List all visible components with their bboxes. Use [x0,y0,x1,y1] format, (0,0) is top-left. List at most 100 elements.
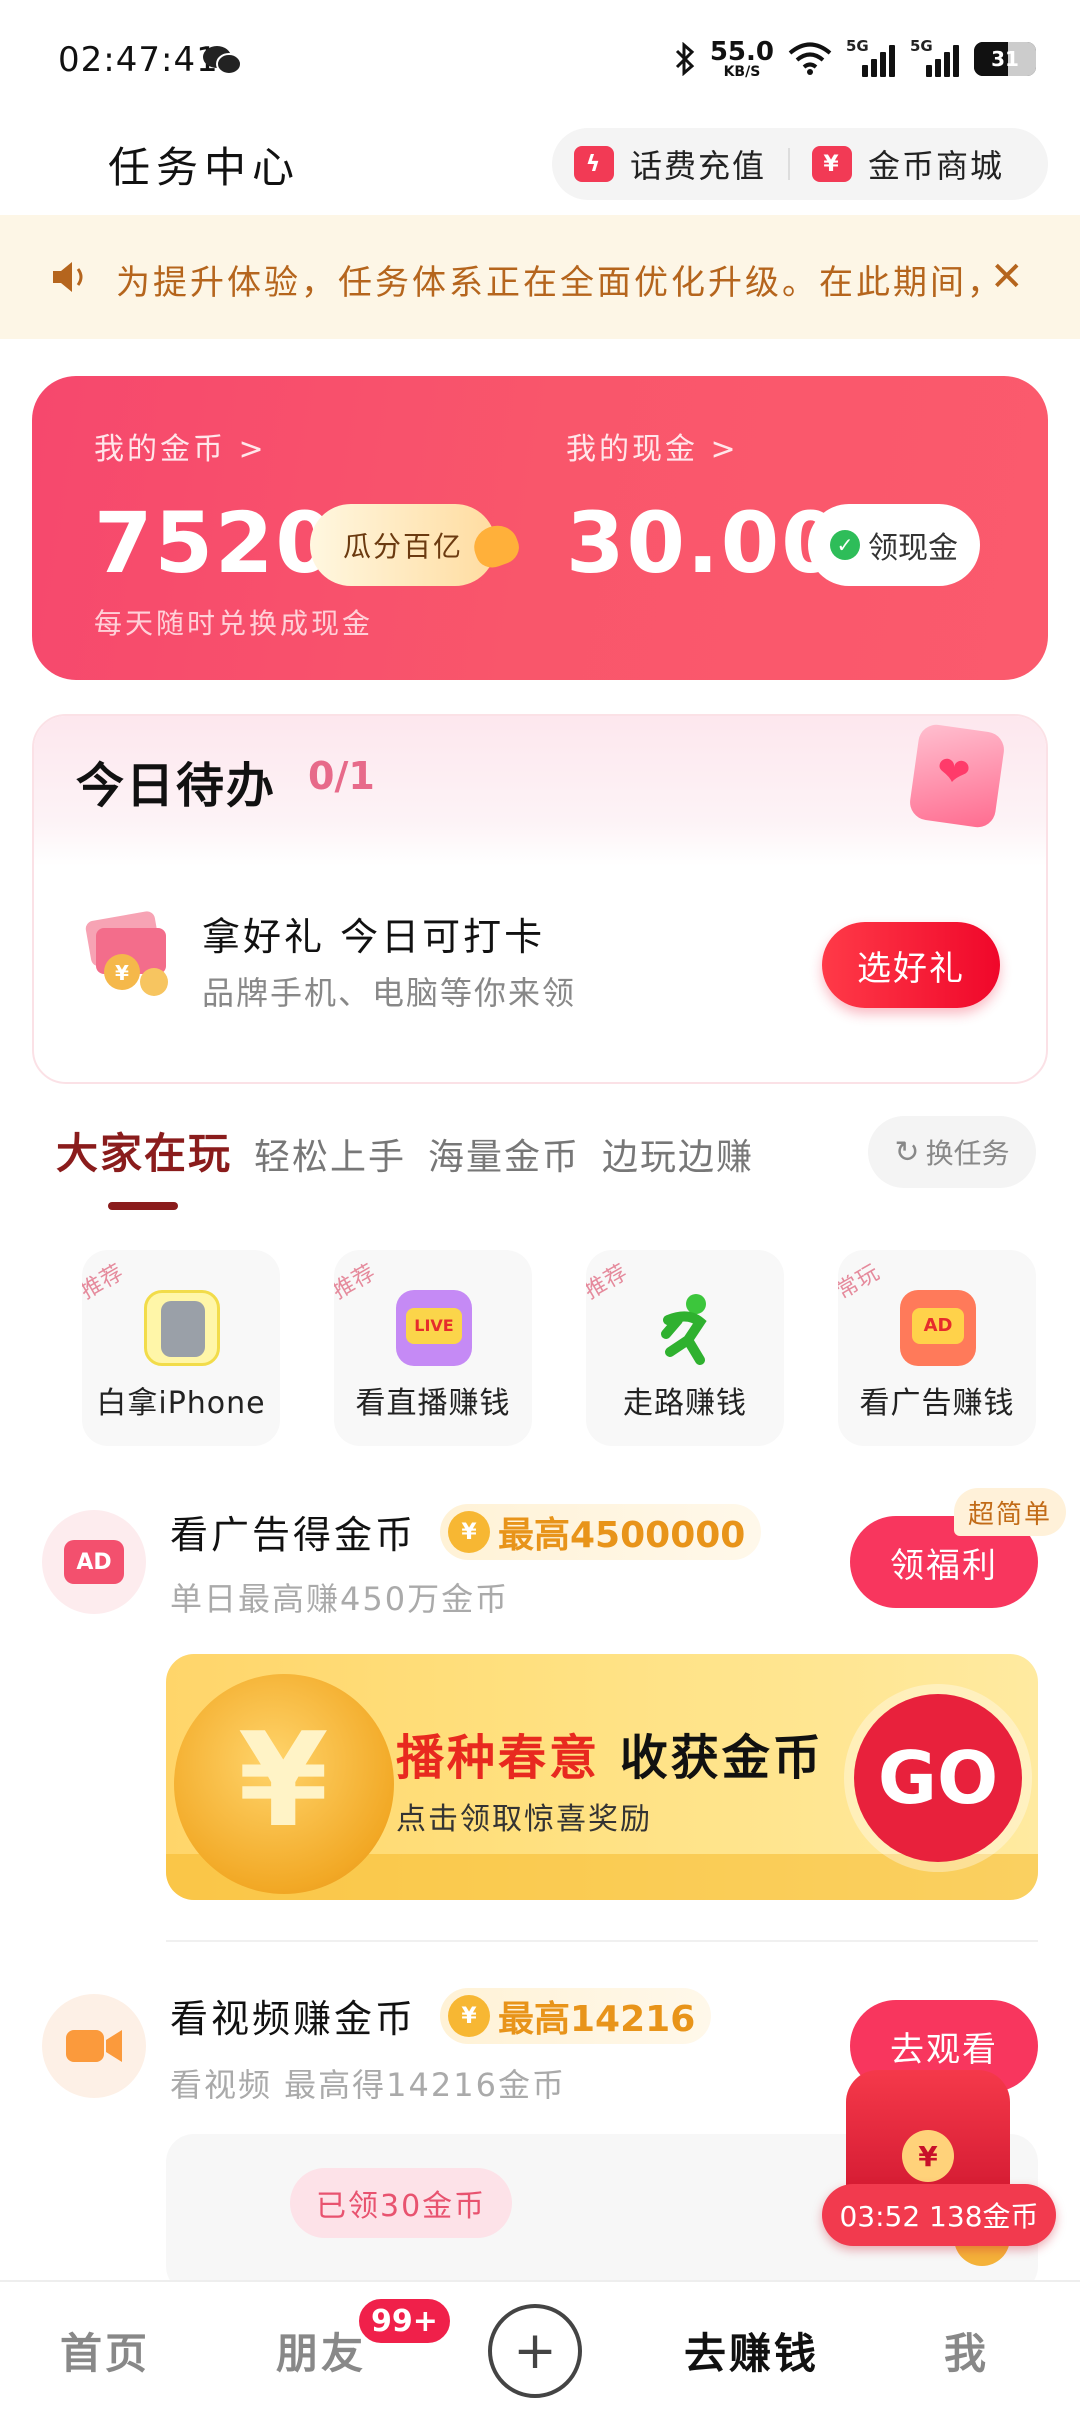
lightning-icon: ϟ [574,146,614,182]
speaker-icon [53,262,83,292]
grid-item-iphone[interactable]: 推荐 白拿iPhone [82,1250,280,1446]
svg-text:¥: ¥ [115,961,129,985]
withdraw-cash-label: 领现金 [868,531,958,566]
wifi-icon [788,42,832,75]
grid-tag: 推荐 [82,1259,129,1305]
banner-title-red: 播种春意 [396,1730,601,1786]
coin-icon: ¥ [448,1995,490,2037]
net-speed: 55.0 KB/S [710,39,774,79]
notice-text: 为提升体验，任务体系正在全面优化升级。在此期间， [116,263,996,303]
signal-1-label: 5G [846,37,869,55]
video-task-max-label: 最高14216 [498,1999,696,2040]
bottom-nav: 首页 朋友 99+ + 去赚钱 我 [0,2280,1080,2412]
coin-mall-label: 金币商城 [868,147,1005,185]
todo-title: 今日待办 [76,758,277,814]
notification-badge: 99+ [356,2296,453,2346]
ad-tv-icon: AD [900,1290,976,1366]
recharge-button[interactable]: ϟ 话费充值 [552,128,788,200]
withdraw-cash-button[interactable]: ✓ 领现金 [808,504,980,586]
nav-earn[interactable]: 去赚钱 [684,2320,819,2381]
split-button[interactable]: 瓜分百亿 [310,504,524,586]
wallet-card: 我的金币 > 7520 瓜分百亿 我的现金 > 30.00 ✓ 领现金 每天随时… [32,376,1048,680]
todo-card: 今日待办 0/1 ¥ 拿好礼 今日可打卡 品牌手机、电脑等你来领 选好礼 [32,714,1048,1084]
video-task-title: 看视频赚金币 [170,1997,417,2041]
pointer-hand-icon [468,519,524,573]
tab-easy[interactable]: 轻松上手 [254,1120,406,1180]
battery-level: 31 [991,47,1019,71]
recharge-label: 话费充值 [630,147,767,185]
ad-task-max: ¥ 最高4500000 [440,1504,762,1560]
pick-gift-button[interactable]: 选好礼 [822,922,1000,1008]
net-speed-unit: KB/S [723,64,761,80]
close-icon[interactable]: ✕ [990,257,1024,297]
battery-icon: 31 [974,42,1036,76]
notice-bar: 为提升体验，任务体系正在全面优化升级。在此期间， ✕ [0,215,1080,339]
running-icon [661,1294,707,1365]
net-speed-value: 55.0 [709,37,774,67]
red-packet-knob: ¥ [902,2130,954,2182]
grid-tag: 推荐 [586,1259,633,1305]
coins-label[interactable]: 我的金币 > [94,424,267,468]
add-icon[interactable]: + [488,2304,582,2398]
claimed-badge: 已领30金币 [290,2168,513,2238]
coin-mall-button[interactable]: ¥ 金币商城 [790,128,1026,200]
banner-subtitle: 点击领取惊喜奖励 [396,1802,652,1837]
tab-play-earn[interactable]: 边玩边赚 [602,1120,754,1180]
countdown-reward[interactable]: 03:52 138金币 [822,2184,1056,2246]
grid-label: 白拿iPhone [96,1386,266,1421]
grid-tag: 推荐 [334,1259,381,1305]
todo-item-desc: 品牌手机、电脑等你来领 [202,974,577,1012]
bluetooth-icon [675,42,695,76]
page-title: 任务中心 [108,143,301,192]
signal-1-icon: 5G [846,37,896,77]
video-task-desc: 看视频 最高得14216金币 [170,2066,566,2104]
todo-count: 0/1 [308,754,375,798]
wallet-subtitle: 每天随时兑换成现金 [94,607,374,640]
swap-task-label: 换任务 [925,1137,1010,1170]
video-camera-icon [66,2030,122,2062]
grid-item-ads[interactable]: 常玩 AD 看广告赚钱 [838,1250,1036,1446]
signal-2-label: 5G [910,37,933,55]
promo-banner[interactable]: 播种春意 收获金币 点击领取惊喜奖励 GO [166,1654,1038,1900]
split-label: 瓜分百亿 [342,530,463,563]
check-icon: ✓ [830,530,860,560]
gift-money-icon: ¥ [85,911,168,996]
ad-task-icon: AD [42,1510,146,1614]
header-actions: ϟ 话费充值 ¥ 金币商城 [552,128,1048,200]
nav-me[interactable]: 我 [944,2320,989,2381]
coins-value: 7520 [94,494,336,592]
status-time: 02:47:41 [58,40,219,80]
coin-icon: ¥ [448,1511,490,1553]
grid-tag: 常玩 [838,1259,885,1305]
iphone-icon [144,1290,220,1366]
nav-friends[interactable]: 朋友 [276,2320,366,2381]
grid-item-live[interactable]: 推荐 LIVE 看直播赚钱 [334,1250,532,1446]
video-task-max: ¥ 最高14216 [440,1988,712,2044]
cash-label[interactable]: 我的现金 > [566,424,739,468]
nav-home[interactable]: 首页 [60,2320,150,2381]
big-coin-icon [174,1674,394,1894]
ad-task-desc: 单日最高赚450万金币 [170,1580,510,1618]
ad-icon-label: AD [64,1540,124,1584]
super-easy-badge: 超简单 [954,1488,1067,1536]
status-bar: 02:47:41 55.0 KB/S 5G 5G 31 [0,0,1080,118]
grid-item-walk[interactable]: 推荐 走路赚钱 [586,1250,784,1446]
banner-title: 播种春意 收获金币 [396,1718,824,1788]
signal-2-icon: 5G [910,37,960,77]
banner-title-dark: 收获金币 [619,1730,824,1786]
go-button[interactable]: GO [854,1694,1022,1862]
grid-label: 看广告赚钱 [859,1386,1015,1421]
tab-popular[interactable]: 大家在玩 [56,1120,232,1210]
divider [166,1940,1038,1942]
video-task-icon [42,1994,146,2098]
grid-label: 看直播赚钱 [355,1386,511,1421]
calendar-heart-icon [907,722,1007,830]
swap-task-button[interactable]: ↻ 换任务 [868,1116,1036,1188]
cash-value: 30.00 [566,494,842,592]
ad-task-title: 看广告得金币 [170,1513,417,1557]
ad-task-max-label: 最高4500000 [498,1515,746,1556]
todo-item-title: 拿好礼 今日可打卡 [202,915,546,959]
tab-coins[interactable]: 海量金币 [428,1120,580,1180]
task-tabs: 大家在玩 轻松上手 海量金币 边玩边赚 [56,1120,754,1210]
status-right: 55.0 KB/S 5G 5G 31 [674,34,1036,84]
